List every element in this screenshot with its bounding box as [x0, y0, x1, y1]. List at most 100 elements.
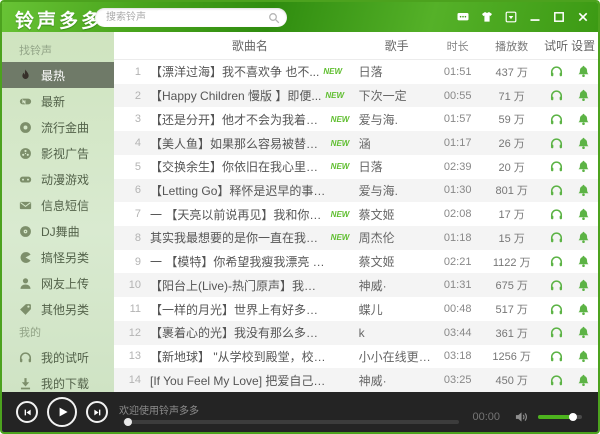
progress-bar[interactable]: [123, 420, 459, 424]
main-menu-button[interactable]: [504, 10, 517, 23]
row-number: 5: [114, 161, 141, 173]
skin-button[interactable]: [480, 10, 493, 23]
sidebar-item[interactable]: 我的试听: [2, 344, 114, 370]
song-name-cell: 【一样的月光】世界上有好多事情都...: [141, 301, 359, 318]
listen-button[interactable]: [543, 113, 570, 126]
table-row[interactable]: 8 其实我最想要的是你一直在我身... NEW 周杰伦 01:18 15 万: [114, 226, 600, 250]
sidebar-item[interactable]: 流行金曲: [2, 114, 114, 140]
set-ringtone-button[interactable]: [570, 303, 597, 316]
sidebar-item-label: 其他另类: [41, 301, 89, 318]
listen-button[interactable]: [543, 303, 570, 316]
table-row[interactable]: 13 【新地球】 "从学校到殿堂，校服到... 小小在线更新... 03:18 …: [114, 345, 600, 369]
table-row[interactable]: 14 [If You Feel My Love] 把爱自己放... 神威· 03…: [114, 368, 600, 392]
sidebar-item[interactable]: 动漫游戏: [2, 166, 114, 192]
volume-slider[interactable]: [538, 415, 582, 419]
set-ringtone-button[interactable]: [570, 374, 597, 387]
listen-button[interactable]: [543, 208, 570, 221]
now-playing-text: 欢迎使用铃声多多: [119, 402, 459, 417]
song-name-cell: 一 【天亮以前说再见】我和你可... NEW: [141, 206, 359, 223]
table-row[interactable]: 4 【美人鱼】如果那么容易被替代... NEW 涵 01:17 26 万: [114, 131, 600, 155]
song-name-cell: 【Happy Children 慢版 】即便... NEW: [141, 87, 359, 104]
song-title: 一 【模特】你希望我瘦我漂亮 但你有...: [150, 253, 327, 270]
listen-button[interactable]: [543, 65, 570, 78]
maximize-button[interactable]: [552, 10, 565, 23]
envelope-icon: [19, 199, 32, 212]
sidebar-item[interactable]: 最热: [2, 62, 114, 88]
next-icon: [93, 408, 102, 417]
bell-icon: [577, 208, 590, 221]
set-ringtone-button[interactable]: [570, 65, 597, 78]
listen-button[interactable]: [543, 137, 570, 150]
listen-button[interactable]: [543, 326, 570, 339]
sidebar-item[interactable]: 最新: [2, 88, 114, 114]
listen-button[interactable]: [543, 350, 570, 363]
singer-name: 蔡文姬: [359, 206, 435, 223]
sidebar-item-label: 网友上传: [41, 275, 89, 292]
play-count: 437 万: [481, 64, 543, 80]
set-ringtone-button[interactable]: [570, 208, 597, 221]
listen-button[interactable]: [543, 89, 570, 102]
set-ringtone-button[interactable]: [570, 160, 597, 173]
search-icon[interactable]: [268, 12, 280, 24]
listen-button[interactable]: [543, 184, 570, 197]
sidebar-item[interactable]: 影视广告: [2, 140, 114, 166]
listen-button[interactable]: [543, 374, 570, 387]
listen-button[interactable]: [543, 231, 570, 244]
set-ringtone-button[interactable]: [570, 255, 597, 268]
sidebar-item-label: DJ舞曲: [41, 223, 80, 240]
set-ringtone-button[interactable]: [570, 113, 597, 126]
bell-icon: [577, 184, 590, 197]
headphones-icon: [19, 351, 32, 364]
song-list: 1 【漂洋过海】我不喜欢争 也不... NEW 日落 01:51 437 万 2…: [114, 60, 600, 392]
set-ringtone-button[interactable]: [570, 231, 597, 244]
headphones-icon: [550, 326, 563, 339]
set-ringtone-button[interactable]: [570, 89, 597, 102]
progress-knob[interactable]: [124, 418, 132, 426]
table-row[interactable]: 7 一 【天亮以前说再见】我和你可... NEW 蔡文姬 02:08 17 万: [114, 202, 600, 226]
set-ringtone-button[interactable]: [570, 137, 597, 150]
volume-knob[interactable]: [569, 413, 577, 421]
song-title: 其实我最想要的是你一直在我身...: [150, 229, 327, 246]
table-row[interactable]: 3 【还是分开】他才不会为我着迷... NEW 爱与海. 01:57 59 万: [114, 107, 600, 131]
search-box[interactable]: [95, 8, 287, 27]
sidebar-item-label: 影视广告: [41, 145, 89, 162]
sidebar-item[interactable]: 搞怪另类: [2, 244, 114, 270]
table-row[interactable]: 1 【漂洋过海】我不喜欢争 也不... NEW 日落 01:51 437 万: [114, 60, 600, 84]
next-button[interactable]: [86, 401, 108, 423]
feedback-button[interactable]: [456, 10, 469, 23]
sidebar-item[interactable]: 信息短信: [2, 192, 114, 218]
table-row[interactable]: 11 【一样的月光】世界上有好多事情都... 蝶儿 00:48 517 万: [114, 297, 600, 321]
speaker-icon[interactable]: [515, 410, 529, 424]
listen-button[interactable]: [543, 279, 570, 292]
table-row[interactable]: 2 【Happy Children 慢版 】即便... NEW 下次一定 00:…: [114, 84, 600, 108]
singer-name: 爱与海.: [359, 111, 435, 128]
headphones-icon: [550, 374, 563, 387]
column-listen: 试听: [543, 37, 570, 54]
play-button[interactable]: [47, 397, 77, 427]
listen-button[interactable]: [543, 160, 570, 173]
singer-name: 日落: [359, 63, 435, 80]
set-ringtone-button[interactable]: [570, 184, 597, 197]
table-row[interactable]: 6 【Letting Go】释怀是迟早的事 但过... 爱与海. 01:30 8…: [114, 179, 600, 203]
set-ringtone-button[interactable]: [570, 350, 597, 363]
row-number: 12: [114, 327, 141, 339]
set-ringtone-button[interactable]: [570, 279, 597, 292]
set-ringtone-button[interactable]: [570, 326, 597, 339]
table-row[interactable]: 10 【阳台上(Live)-热门原声】我将定爱... 神威· 01:31 675…: [114, 273, 600, 297]
sidebar-item[interactable]: DJ舞曲: [2, 218, 114, 244]
table-row[interactable]: 9 一 【模特】你希望我瘦我漂亮 但你有... 蔡文姬 02:21 1122 万: [114, 250, 600, 274]
row-number: 7: [114, 208, 141, 220]
listen-button[interactable]: [543, 255, 570, 268]
play-count: 450 万: [481, 372, 543, 388]
table-row[interactable]: 12 【裹着心的光】我没有那么多的故事... k 03:44 361 万: [114, 321, 600, 345]
new-badge: NEW: [331, 115, 350, 124]
singer-name: 神威·: [359, 372, 435, 389]
minimize-button[interactable]: [528, 10, 541, 23]
volume-fill: [538, 415, 573, 419]
sidebar-item[interactable]: 其他另类: [2, 296, 114, 322]
sidebar-item[interactable]: 网友上传: [2, 270, 114, 296]
table-row[interactable]: 5 【交换余生】你依旧在我心里占... NEW 日落 02:39 20 万: [114, 155, 600, 179]
previous-button[interactable]: [16, 401, 38, 423]
close-button[interactable]: [576, 10, 589, 23]
search-input[interactable]: [95, 8, 287, 27]
